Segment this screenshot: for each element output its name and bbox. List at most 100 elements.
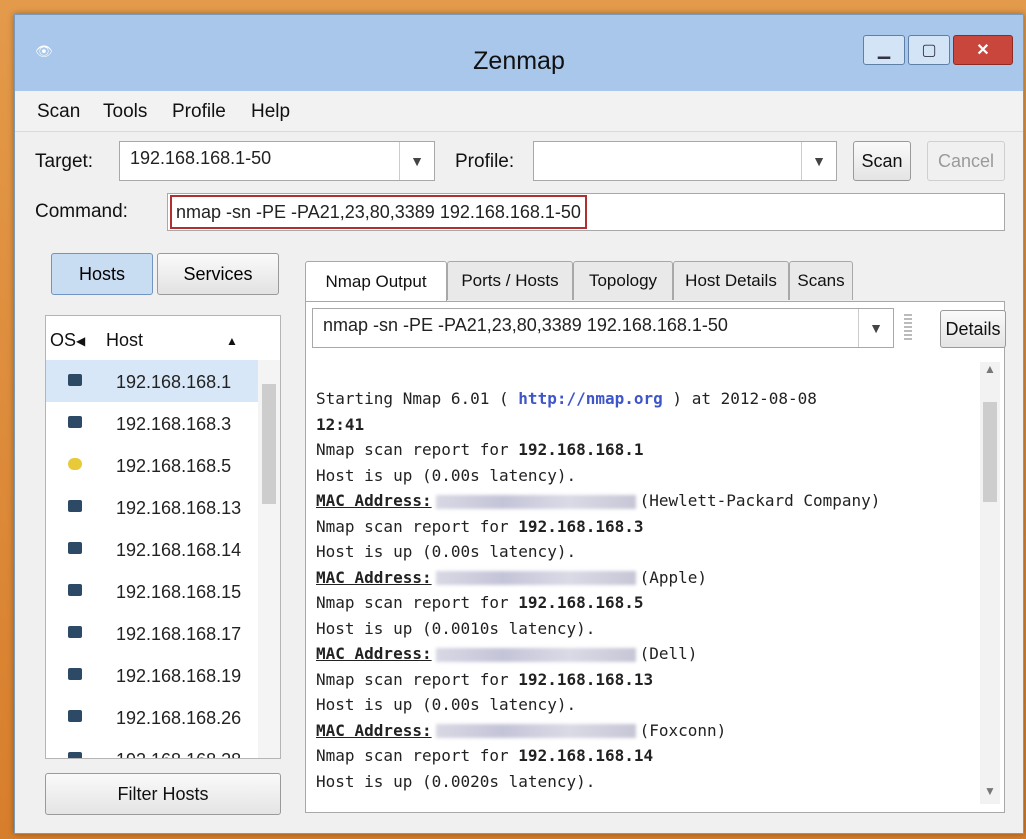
os-icon [68, 500, 82, 512]
mac-vendor: (Dell) [639, 644, 698, 663]
output-command-combo[interactable]: nmap -sn -PE -PA21,23,80,3389 192.168.16… [312, 308, 894, 348]
os-column-header[interactable]: OS [50, 330, 76, 351]
sort-left-icon[interactable]: ◀ [76, 334, 85, 348]
redacted-mac [435, 647, 636, 662]
cancel-button[interactable]: Cancel [927, 141, 1005, 181]
os-icon [68, 374, 82, 386]
output-scrollbar[interactable]: ▲ ▼ [980, 362, 1000, 804]
os-icon [68, 416, 82, 428]
host-row[interactable]: 192.168.168.26 [46, 696, 258, 738]
output-text: Starting Nmap 6.01 ( [316, 389, 519, 408]
host-row[interactable]: 192.168.168.1 [46, 360, 258, 402]
target-value: 192.168.168.1-50 [130, 148, 272, 168]
host-ip: 192.168.168.15 [116, 582, 242, 602]
command-value: nmap -sn -PE -PA21,23,80,3389 192.168.16… [170, 195, 587, 229]
chevron-down-icon[interactable]: ▼ [858, 309, 893, 347]
os-icon [68, 584, 82, 596]
target-label: Target: [35, 151, 94, 172]
mac-label: MAC Address: [316, 491, 432, 510]
output-text: ) at 2012-08-08 [662, 389, 817, 408]
host-row[interactable]: 192.168.168.19 [46, 654, 258, 696]
host-ip: 192.168.168.5 [116, 456, 232, 476]
scroll-down-icon[interactable]: ▼ [980, 784, 1000, 804]
redacted-mac [435, 494, 636, 509]
output-command-value: nmap -sn -PE -PA21,23,80,3389 192.168.16… [323, 315, 728, 335]
close-button[interactable]: ✕ [953, 35, 1013, 65]
title-bar[interactable]: 👁 Zenmap ▁ ▢ ✕ [15, 15, 1023, 91]
output-ip: 192.168.168.5 [518, 593, 644, 612]
scroll-thumb[interactable] [983, 402, 997, 502]
host-ip: 192.168.168.19 [116, 666, 242, 686]
output-status: Host is up (0.0020s latency). [316, 771, 596, 791]
tab-nmap-output[interactable]: Nmap Output [305, 261, 447, 302]
chevron-down-icon[interactable]: ▼ [801, 142, 836, 180]
host-row[interactable]: 192.168.168.15 [46, 570, 258, 612]
host-list: OS ◀ Host ▲ 192.168.168.1 192.168.168.3 … [45, 315, 281, 759]
host-row[interactable]: 192.168.168.14 [46, 528, 258, 570]
os-icon [68, 668, 82, 680]
chevron-down-icon[interactable]: ▼ [399, 142, 434, 180]
output-ip: 192.168.168.14 [518, 746, 654, 765]
tab-topology[interactable]: Topology [573, 261, 673, 300]
host-ip: 192.168.168.17 [116, 624, 242, 644]
mac-vendor: (Hewlett-Packard Company) [639, 491, 881, 510]
tab-host-details[interactable]: Host Details [673, 261, 789, 300]
mac-label: MAC Address: [316, 720, 432, 740]
menu-scan[interactable]: Scan [37, 101, 80, 123]
output-ip: 192.168.168.3 [518, 516, 644, 536]
host-ip: 192.168.168.13 [116, 498, 242, 518]
tab-scans[interactable]: Scans [789, 261, 853, 300]
scroll-thumb[interactable] [262, 384, 276, 504]
menu-help[interactable]: Help [251, 101, 290, 123]
scan-button[interactable]: Scan [853, 141, 911, 181]
menu-tools[interactable]: Tools [103, 101, 147, 123]
host-list-header: OS ◀ Host ▲ [46, 316, 280, 361]
output-text: Nmap scan report for [316, 669, 519, 689]
command-input[interactable]: nmap -sn -PE -PA21,23,80,3389 192.168.16… [167, 193, 1005, 231]
output-status: Host is up (0.00s latency). [316, 695, 577, 714]
minimize-button[interactable]: ▁ [863, 35, 905, 65]
details-button[interactable]: Details [940, 310, 1006, 348]
output-status: Host is up (0.00s latency). [316, 465, 577, 485]
os-icon [68, 752, 82, 758]
grip-icon [904, 314, 912, 342]
output-text: Nmap scan report for [316, 746, 519, 765]
maximize-button[interactable]: ▢ [908, 35, 950, 65]
os-icon [68, 710, 82, 722]
host-row[interactable]: 192.168.168.3 [46, 402, 258, 444]
profile-label: Profile: [455, 151, 515, 172]
zenmap-window: 👁 Zenmap ▁ ▢ ✕ Scan Tools Profile Help T… [14, 14, 1024, 834]
os-icon [68, 626, 82, 638]
target-combo[interactable]: 192.168.168.1-50 ▼ [119, 141, 435, 181]
host-ip: 192.168.168.3 [116, 414, 232, 434]
sort-up-icon[interactable]: ▲ [226, 334, 238, 348]
mac-vendor: (Foxconn) [639, 720, 727, 740]
nmap-output-text: Starting Nmap 6.01 ( http://nmap.org ) a… [316, 386, 966, 794]
host-row[interactable]: 192.168.168.17 [46, 612, 258, 654]
nmap-link[interactable]: http://nmap.org [518, 389, 663, 408]
tab-ports-hosts[interactable]: Ports / Hosts [447, 261, 573, 300]
command-label: Command: [35, 201, 128, 222]
output-ip: 192.168.168.1 [518, 440, 644, 459]
redacted-mac [435, 724, 636, 738]
scroll-up-icon[interactable]: ▲ [980, 362, 1000, 382]
host-row[interactable]: 192.168.168.5 [46, 444, 258, 486]
filter-hosts-button[interactable]: Filter Hosts [45, 773, 281, 815]
profile-combo[interactable]: ▼ [533, 141, 837, 181]
output-text: Nmap scan report for [316, 516, 519, 536]
host-ip: 192.168.168.1 [116, 372, 232, 392]
host-ip: 192.168.168.14 [116, 540, 242, 560]
output-text: Nmap scan report for [316, 593, 519, 612]
hosts-toggle-button[interactable]: Hosts [51, 253, 153, 295]
os-icon [68, 542, 82, 554]
host-row[interactable]: 192.168.168.13 [46, 486, 258, 528]
output-status: Host is up (0.00s latency). [316, 542, 577, 561]
services-toggle-button[interactable]: Services [157, 253, 279, 295]
output-ip: 192.168.168.13 [518, 669, 654, 689]
mac-label: MAC Address: [316, 644, 432, 663]
menu-profile[interactable]: Profile [172, 101, 226, 123]
host-column-header[interactable]: Host [106, 330, 143, 351]
host-row[interactable]: 192.168.168.28 [46, 738, 258, 758]
host-ip: 192.168.168.26 [116, 708, 242, 728]
host-list-scrollbar[interactable] [258, 360, 280, 758]
